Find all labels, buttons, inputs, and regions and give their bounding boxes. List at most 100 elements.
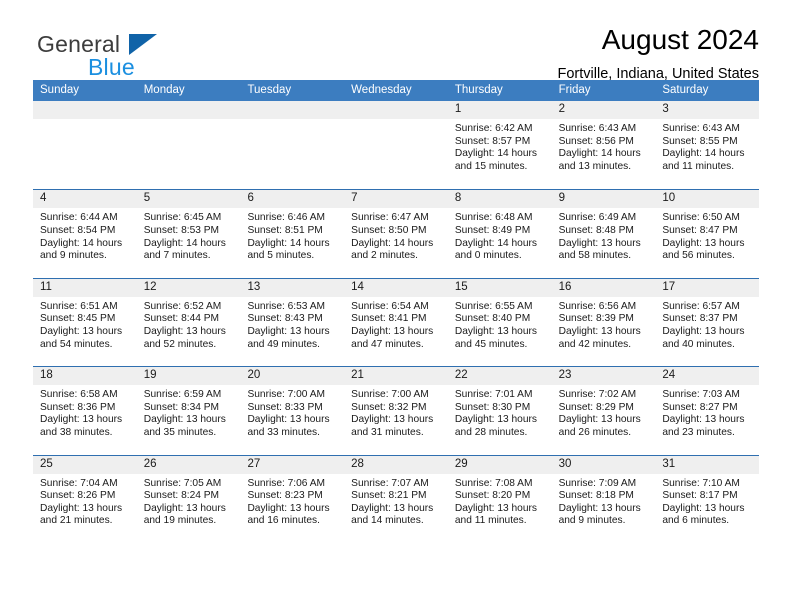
- day-cell[interactable]: 1 Sunrise: 6:42 AM Sunset: 8:57 PM Daylight…: [447, 101, 552, 190]
- day-details: Sunrise: 6:48 AM Sunset: 8:49 PM Daylight:…: [448, 208, 552, 262]
- day-details: Sunrise: 6:59 AM Sunset: 8:34 PM Daylight:…: [137, 385, 241, 439]
- sunrise-time: Sunrise: 6:48 AM: [454, 212, 533, 224]
- day-cell-empty: [344, 101, 448, 190]
- daylight-duration-line1: Daylight: 13 hours: [247, 414, 330, 426]
- weekday-header-sunday: Sunday: [40, 84, 80, 96]
- sunrise-time: Sunrise: 6:59 AM: [143, 389, 222, 401]
- sunset-time: Sunset: 8:32 PM: [351, 401, 427, 413]
- weekday-header-monday: Monday: [143, 84, 185, 96]
- day-number: 5: [136, 190, 241, 209]
- day-cell[interactable]: 9 Sunrise: 6:49 AM Sunset: 8:48 PM Daylight…: [551, 190, 656, 278]
- daylight-duration-line2: and 38 minutes.: [40, 426, 113, 438]
- weekday-header-friday: Friday: [558, 84, 591, 96]
- day-cell[interactable]: 4 Sunrise: 6:44 AM Sunset: 8:54 PM Daylight…: [33, 190, 137, 278]
- day-number: 28: [344, 455, 448, 474]
- daylight-duration-line1: Daylight: 14 hours: [351, 237, 434, 249]
- daylight-duration-line2: and 35 minutes.: [143, 426, 217, 438]
- day-cell[interactable]: 22 Sunrise: 7:01 AM Sunset: 8:30 PM Dayligh…: [447, 367, 552, 455]
- day-cell[interactable]: 15 Sunrise: 6:55 AM Sunset: 8:40 PM Dayligh…: [447, 278, 552, 367]
- day-cell[interactable]: 20 Sunrise: 7:00 AM Sunset: 8:33 PM Dayligh…: [240, 367, 345, 455]
- daylight-duration-line1: Daylight: 13 hours: [247, 502, 330, 514]
- day-cell[interactable]: 27 Sunrise: 7:06 AM Sunset: 8:23 PM Dayligh…: [240, 455, 345, 543]
- day-cell[interactable]: 29 Sunrise: 7:08 AM Sunset: 8:20 PM Dayligh…: [447, 455, 552, 543]
- day-details: Sunrise: 6:57 AM Sunset: 8:37 PM Daylight:…: [655, 297, 759, 351]
- sunset-time: Sunset: 8:18 PM: [558, 490, 634, 502]
- day-cell[interactable]: 18 Sunrise: 6:58 AM Sunset: 8:36 PM Dayligh…: [33, 367, 137, 455]
- day-cell[interactable]: 31 Sunrise: 7:10 AM Sunset: 8:17 PM Dayligh…: [655, 455, 760, 543]
- day-cell[interactable]: 25 Sunrise: 7:04 AM Sunset: 8:26 PM Dayligh…: [33, 455, 137, 543]
- day-details: [344, 119, 448, 123]
- day-cell[interactable]: 28 Sunrise: 7:07 AM Sunset: 8:21 PM Dayligh…: [344, 455, 448, 543]
- page-title: August 2024: [601, 24, 759, 55]
- daylight-duration-line2: and 15 minutes.: [454, 160, 528, 172]
- sunrise-time: Sunrise: 7:03 AM: [662, 389, 740, 401]
- day-cell[interactable]: 6 Sunrise: 6:46 AM Sunset: 8:51 PM Daylight…: [240, 190, 345, 278]
- sunrise-time: Sunrise: 7:04 AM: [40, 477, 118, 489]
- day-number: 17: [655, 278, 760, 297]
- daylight-duration-line1: Daylight: 14 hours: [662, 148, 745, 160]
- day-cell[interactable]: 3 Sunrise: 6:43 AM Sunset: 8:55 PM Daylight…: [655, 101, 760, 190]
- day-number: 21: [344, 367, 448, 386]
- calendar-week-row: 1 Sunrise: 6:42 AM Sunset: 8:57 PM Daylight…: [33, 101, 760, 190]
- sunrise-time: Sunrise: 6:54 AM: [351, 300, 429, 312]
- sunset-time: Sunset: 8:56 PM: [558, 135, 634, 147]
- weekday-header-row: Sunday Monday Tuesday Wednesday Thursday…: [33, 80, 759, 101]
- daylight-duration-line2: and 45 minutes.: [454, 338, 528, 350]
- daylight-duration-line1: Daylight: 13 hours: [40, 414, 123, 426]
- daylight-duration-line2: and 52 minutes.: [143, 338, 217, 350]
- weekday-header-thursday: Thursday: [454, 84, 503, 96]
- daylight-duration-line1: Daylight: 13 hours: [454, 414, 537, 426]
- day-details: Sunrise: 6:50 AM Sunset: 8:47 PM Daylight:…: [655, 208, 759, 262]
- day-details: Sunrise: 6:54 AM Sunset: 8:41 PM Daylight:…: [344, 297, 448, 351]
- sunrise-time: Sunrise: 7:00 AM: [247, 389, 326, 401]
- day-details: Sunrise: 6:49 AM Sunset: 8:48 PM Daylight:…: [552, 208, 656, 262]
- day-cell[interactable]: 24 Sunrise: 7:03 AM Sunset: 8:27 PM Dayligh…: [655, 367, 760, 455]
- day-details: Sunrise: 6:56 AM Sunset: 8:39 PM Daylight:…: [552, 297, 656, 351]
- sunrise-time: Sunrise: 7:05 AM: [143, 477, 222, 489]
- daylight-duration-line2: and 56 minutes.: [662, 250, 735, 262]
- title-block: August 2024 Fortville, Indiana, United S…: [558, 24, 760, 83]
- daylight-duration-line1: Daylight: 13 hours: [143, 502, 226, 514]
- day-cell[interactable]: 11 Sunrise: 6:51 AM Sunset: 8:45 PM Dayligh…: [33, 278, 137, 367]
- day-cell[interactable]: 30 Sunrise: 7:09 AM Sunset: 8:18 PM Dayligh…: [551, 455, 656, 543]
- sunrise-time: Sunrise: 7:06 AM: [247, 477, 326, 489]
- day-cell[interactable]: 17 Sunrise: 6:57 AM Sunset: 8:37 PM Dayligh…: [655, 278, 760, 367]
- daylight-duration-line2: and 33 minutes.: [247, 426, 320, 438]
- sunrise-sunset-calendar: Sunday Monday Tuesday Wednesday Thursday…: [33, 80, 760, 543]
- day-cell-empty: [136, 101, 241, 190]
- sunset-time: Sunset: 8:24 PM: [143, 490, 220, 502]
- day-details: Sunrise: 6:43 AM Sunset: 8:56 PM Daylight:…: [552, 119, 656, 173]
- day-details: Sunrise: 7:08 AM Sunset: 8:20 PM Daylight:…: [448, 474, 552, 528]
- daylight-duration-line1: Daylight: 13 hours: [143, 325, 226, 337]
- day-number: 18: [33, 367, 137, 386]
- day-cell[interactable]: 13 Sunrise: 6:53 AM Sunset: 8:43 PM Dayligh…: [240, 278, 345, 367]
- day-details: Sunrise: 7:00 AM Sunset: 8:33 PM Daylight:…: [240, 385, 344, 439]
- sunset-time: Sunset: 8:37 PM: [662, 313, 738, 325]
- daylight-duration-line2: and 54 minutes.: [40, 338, 113, 350]
- sunrise-time: Sunrise: 7:08 AM: [454, 477, 533, 489]
- daylight-duration-line1: Daylight: 13 hours: [662, 237, 745, 249]
- day-cell[interactable]: 14 Sunrise: 6:54 AM Sunset: 8:41 PM Dayligh…: [344, 278, 448, 367]
- sunrise-time: Sunrise: 6:42 AM: [454, 123, 533, 134]
- general-blue-logo[interactable]: General Blue: [33, 25, 213, 80]
- daylight-duration-line2: and 13 minutes.: [558, 160, 632, 172]
- sunset-time: Sunset: 8:43 PM: [247, 313, 323, 325]
- day-cell[interactable]: 16 Sunrise: 6:56 AM Sunset: 8:39 PM Dayligh…: [551, 278, 656, 367]
- day-cell[interactable]: 10 Sunrise: 6:50 AM Sunset: 8:47 PM Dayligh…: [655, 190, 760, 278]
- day-cell[interactable]: 5 Sunrise: 6:45 AM Sunset: 8:53 PM Daylight…: [136, 190, 241, 278]
- day-cell[interactable]: 2 Sunrise: 6:43 AM Sunset: 8:56 PM Daylight…: [551, 101, 656, 190]
- day-number: 11: [33, 278, 137, 297]
- daylight-duration-line2: and 9 minutes.: [558, 515, 626, 527]
- day-cell[interactable]: 26 Sunrise: 7:05 AM Sunset: 8:24 PM Dayligh…: [136, 455, 241, 543]
- day-cell[interactable]: 21 Sunrise: 7:00 AM Sunset: 8:32 PM Dayligh…: [344, 367, 448, 455]
- day-cell[interactable]: 7 Sunrise: 6:47 AM Sunset: 8:50 PM Daylight…: [344, 190, 448, 278]
- sunrise-time: Sunrise: 6:52 AM: [143, 300, 222, 312]
- day-cell[interactable]: 12 Sunrise: 6:52 AM Sunset: 8:44 PM Dayligh…: [136, 278, 241, 367]
- daylight-duration-line1: Daylight: 13 hours: [247, 325, 330, 337]
- day-cell[interactable]: 8 Sunrise: 6:48 AM Sunset: 8:49 PM Daylight…: [447, 190, 552, 278]
- sunset-time: Sunset: 8:47 PM: [662, 224, 738, 236]
- sunrise-time: Sunrise: 7:09 AM: [558, 477, 637, 489]
- day-cell[interactable]: 19 Sunrise: 6:59 AM Sunset: 8:34 PM Dayligh…: [136, 367, 241, 455]
- day-cell[interactable]: 23 Sunrise: 7:02 AM Sunset: 8:29 PM Dayligh…: [551, 367, 656, 455]
- sunset-time: Sunset: 8:55 PM: [662, 135, 738, 147]
